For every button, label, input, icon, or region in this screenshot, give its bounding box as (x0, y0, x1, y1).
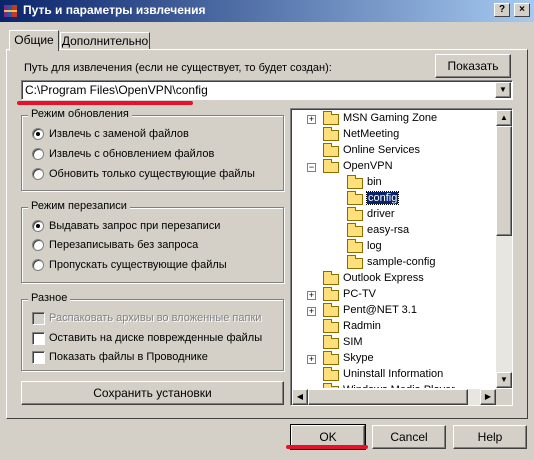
tree-item[interactable]: NetMeeting (292, 127, 495, 143)
folder-icon (323, 351, 339, 365)
scroll-up-icon[interactable]: ▲ (496, 110, 512, 126)
tree-item-label: OpenVPN (343, 160, 393, 172)
checkbox[interactable] (32, 312, 45, 325)
tree-item-label: Skype (343, 352, 374, 364)
radio-button[interactable] (32, 239, 44, 251)
folder-icon (323, 159, 339, 173)
title-bar: Путь и параметры извлечения ? × (0, 0, 534, 22)
tree-item[interactable]: easy-rsa (292, 223, 495, 239)
tree-item-label: driver (367, 208, 395, 220)
tree-item-label: log (367, 240, 382, 252)
scroll-thumb[interactable] (496, 126, 512, 236)
scroll-corner (496, 389, 512, 405)
red-underline-path (17, 101, 193, 105)
tab-general[interactable]: Общие (9, 30, 59, 51)
folder-icon (347, 255, 363, 269)
path-combobox[interactable]: C:\Program Files\OpenVPN\config ▼ (21, 80, 513, 100)
radio-button[interactable] (32, 259, 44, 271)
vertical-scrollbar[interactable]: ▲ ▼ (496, 110, 512, 388)
tree-item-label: PC-TV (343, 288, 376, 300)
tree-item[interactable]: Windows Media Player (292, 383, 495, 388)
tree-item[interactable]: − OpenVPN (292, 159, 495, 175)
tree-item[interactable]: + MSN Gaming Zone (292, 111, 495, 127)
folder-icon (347, 175, 363, 189)
folder-icon (323, 335, 339, 349)
tree-item[interactable]: config (292, 191, 495, 207)
scroll-left-icon[interactable]: ◀ (292, 389, 308, 405)
folder-icon (323, 111, 339, 125)
close-title-button[interactable]: × (514, 3, 530, 17)
tree-item-label: config (365, 191, 400, 205)
scroll-h-thumb[interactable] (308, 389, 468, 405)
folder-icon (323, 287, 339, 301)
tree-item-label: NetMeeting (343, 128, 400, 140)
folder-icon (347, 191, 363, 205)
misc-label: Разное (28, 292, 71, 304)
cancel-button[interactable]: Cancel (372, 425, 446, 449)
folder-icon (323, 367, 339, 381)
folder-icon (323, 383, 339, 388)
tree-item-label: MSN Gaming Zone (343, 112, 438, 124)
tree-item[interactable]: Online Services (292, 143, 495, 159)
tree-item[interactable]: + Pent@NET 3.1 (292, 303, 495, 319)
tree-item[interactable]: Uninstall Information (292, 367, 495, 383)
tree-item-label: SIM (343, 336, 363, 348)
tree-item[interactable]: log (292, 239, 495, 255)
expand-icon[interactable]: + (307, 307, 316, 316)
folder-icon (347, 223, 363, 237)
tab-advanced[interactable]: Дополнительно (60, 32, 150, 49)
tree-item[interactable]: + Skype (292, 351, 495, 367)
path-input[interactable]: C:\Program Files\OpenVPN\config (25, 83, 208, 97)
tree-item-label: easy-rsa (367, 224, 410, 236)
path-label: Путь для извлечения (если не существует,… (24, 62, 332, 74)
red-underline-ok (286, 445, 368, 449)
checkbox[interactable] (32, 351, 45, 364)
radio-button[interactable] (32, 128, 44, 140)
folder-icon (323, 271, 339, 285)
folder-icon (323, 319, 339, 333)
folder-icon (323, 143, 339, 157)
tree-item-label: Pent@NET 3.1 (343, 304, 417, 316)
checkbox[interactable] (32, 332, 45, 345)
update-mode-label: Режим обновления (28, 108, 132, 120)
save-settings-button[interactable]: Сохранить установки (21, 381, 284, 405)
folder-tree-frame: + MSN Gaming Zone NetMeeting Online Service… (290, 108, 513, 406)
tree-item[interactable]: sample-config (292, 255, 495, 271)
radio-button[interactable] (32, 168, 44, 180)
folder-icon (323, 127, 339, 141)
show-button[interactable]: Показать (435, 54, 511, 78)
tree-item-label: Online Services (343, 144, 421, 156)
radio-button[interactable] (32, 220, 44, 232)
tree-item[interactable]: bin (292, 175, 495, 191)
tree-item-label: Uninstall Information (343, 368, 444, 380)
tree-item-label: sample-config (367, 256, 436, 268)
expand-icon[interactable]: + (307, 291, 316, 300)
tree-item[interactable]: SIM (292, 335, 495, 351)
collapse-icon[interactable]: − (307, 163, 316, 172)
overwrite-mode-label: Режим перезаписи (28, 200, 130, 212)
tree-item[interactable]: Radmin (292, 319, 495, 335)
winrar-books-icon (4, 5, 17, 17)
dropdown-arrow-icon[interactable]: ▼ (495, 82, 511, 98)
tree-item[interactable]: Outlook Express (292, 271, 495, 287)
radio-button[interactable] (32, 148, 44, 160)
scroll-down-icon[interactable]: ▼ (496, 372, 512, 388)
folder-icon (323, 303, 339, 317)
tree-item-label: Outlook Express (343, 272, 424, 284)
folder-icon (347, 239, 363, 253)
folder-tree[interactable]: + MSN Gaming Zone NetMeeting Online Service… (292, 110, 495, 388)
horizontal-scrollbar[interactable]: ◀ ▶ (292, 389, 496, 405)
expand-icon[interactable]: + (307, 115, 316, 124)
window-title: Путь и параметры извлечения (23, 3, 206, 17)
expand-icon[interactable]: + (307, 355, 316, 364)
help-title-button[interactable]: ? (494, 3, 510, 17)
tree-item-label: Radmin (343, 320, 381, 332)
scroll-right-icon[interactable]: ▶ (480, 389, 496, 405)
tree-item-label: Windows Media Player (343, 384, 455, 388)
help-button[interactable]: Help (453, 425, 527, 449)
folder-icon (347, 207, 363, 221)
tree-item-label: bin (367, 176, 382, 188)
tree-item[interactable]: + PC-TV (292, 287, 495, 303)
tree-item[interactable]: driver (292, 207, 495, 223)
